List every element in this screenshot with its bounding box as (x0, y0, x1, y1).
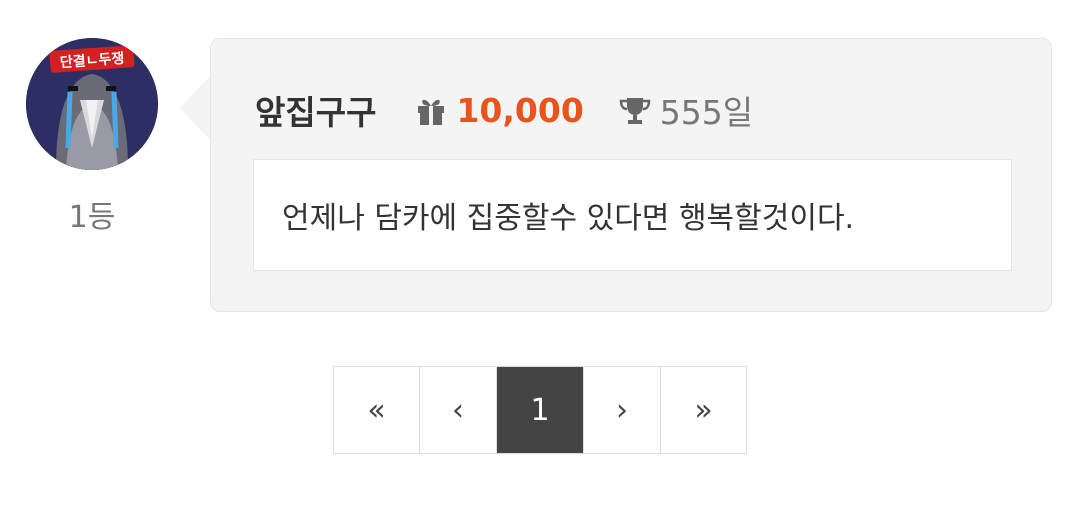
gift-icon (414, 93, 448, 127)
pagination: « ‹ 1 › » (333, 366, 747, 454)
comment-message: 언제나 담카에 집중할수 있다면 행복할것이다. (282, 201, 855, 236)
avatar[interactable]: 단결ㄴ두쟁 (26, 38, 158, 170)
first-page-button[interactable]: « (334, 367, 420, 453)
last-page-button[interactable]: » (661, 367, 746, 453)
page-1-button[interactable]: 1 (497, 367, 584, 453)
trophy-icon (618, 93, 652, 127)
prev-page-button[interactable]: ‹ (420, 367, 497, 453)
comment-meta: 앞집구구 10,000 555일 (255, 83, 753, 137)
points-value: 10,000 (456, 90, 584, 130)
rank-label: 1등 (68, 200, 116, 235)
next-page-button[interactable]: › (584, 367, 661, 453)
avatar-image: 단결ㄴ두쟁 (26, 38, 158, 170)
message-box: 언제나 담카에 집중할수 있다면 행복할것이다. (253, 159, 1012, 271)
bubble-pointer (180, 74, 212, 142)
comment-bubble: 앞집구구 10,000 555일 언제나 담카에 집중할수 있다면 행복할것이다… (210, 38, 1052, 312)
days-value: 555일 (659, 93, 754, 132)
username[interactable]: 앞집구구 (255, 86, 376, 134)
